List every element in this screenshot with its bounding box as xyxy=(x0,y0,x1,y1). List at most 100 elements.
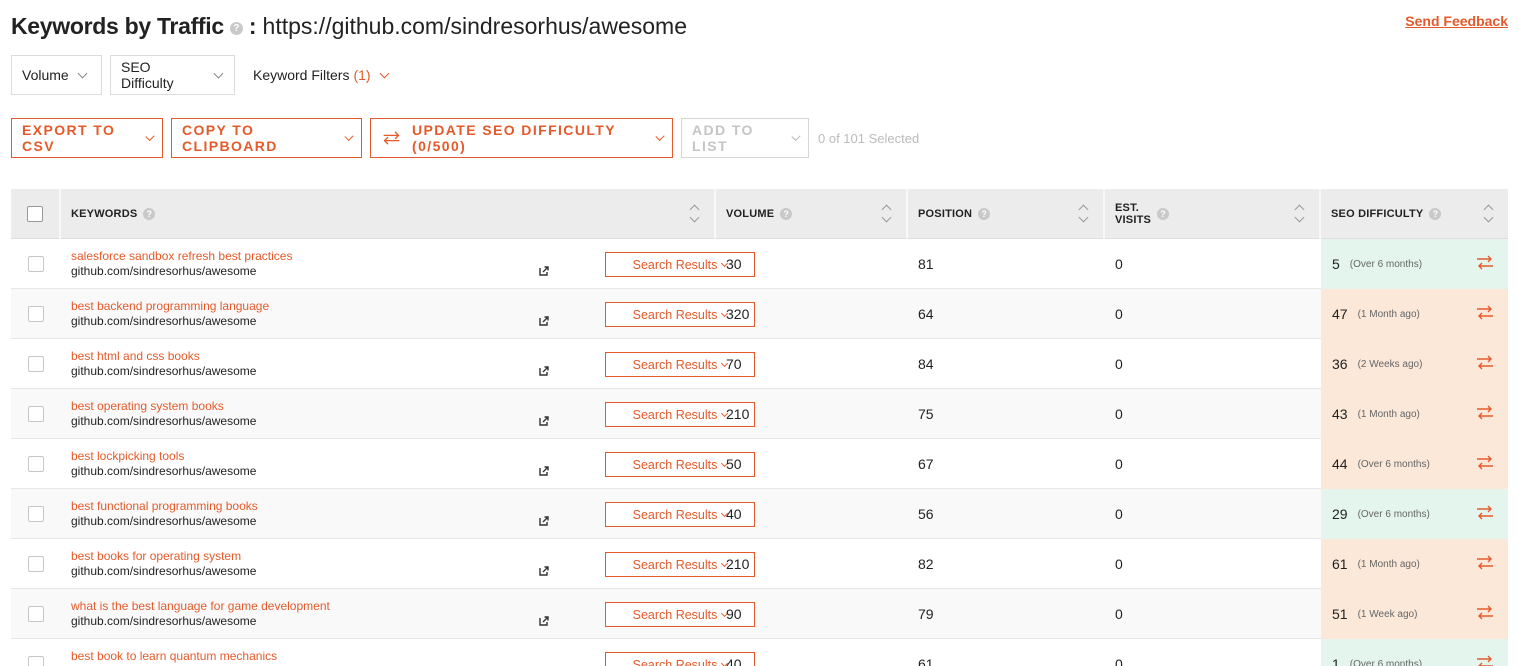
refresh-seo-icon[interactable] xyxy=(1474,253,1496,273)
row-select-cell xyxy=(11,489,61,539)
external-link-icon[interactable] xyxy=(539,616,549,626)
keyword-link[interactable]: best book to learn quantum mechanics xyxy=(71,649,277,664)
help-icon[interactable]: ? xyxy=(780,208,793,220)
keyword-filters[interactable]: Keyword Filters (1) xyxy=(243,55,400,95)
refresh-seo-icon[interactable] xyxy=(1474,403,1496,423)
sort-icon[interactable] xyxy=(882,203,892,225)
search-results-label: Search Results xyxy=(632,307,718,322)
sort-icon[interactable] xyxy=(690,203,700,225)
external-link-icon[interactable] xyxy=(539,266,549,276)
sort-icon[interactable] xyxy=(1079,203,1089,225)
target-url: https://github.com/sindresorhus/awesome xyxy=(262,12,687,39)
volume-column-header[interactable]: VOLUME ? xyxy=(716,189,908,239)
copy-clipboard-button[interactable]: COPY TO CLIPBOARD xyxy=(171,118,362,158)
refresh-seo-icon[interactable] xyxy=(1474,453,1496,473)
position-column-header[interactable]: POSITION ? xyxy=(908,189,1105,239)
table-body: salesforce sandbox refresh best practice… xyxy=(11,239,1508,666)
row-checkbox[interactable] xyxy=(28,456,44,472)
help-icon[interactable]: ? xyxy=(978,208,991,220)
external-link-icon[interactable] xyxy=(539,316,549,326)
keyword-text: best operating system books github.com/s… xyxy=(71,399,256,429)
keyword-cell: best books for operating system github.c… xyxy=(61,539,755,589)
volume-cell: 70 xyxy=(726,356,742,372)
refresh-seo-icon[interactable] xyxy=(1474,603,1496,623)
est-visits-cell: 0 xyxy=(1115,306,1123,322)
keyword-link[interactable]: best html and css books xyxy=(71,349,256,364)
external-link-icon[interactable] xyxy=(539,566,549,576)
row-select-cell xyxy=(11,239,61,289)
keywords-column-header[interactable]: KEYWORDS ? xyxy=(61,189,716,239)
help-icon[interactable]: ? xyxy=(1429,208,1442,220)
row-checkbox[interactable] xyxy=(28,556,44,572)
refresh-seo-icon[interactable] xyxy=(1474,653,1496,666)
keyword-text: best book to learn quantum mechanics git… xyxy=(71,649,277,666)
chevron-down-icon xyxy=(379,68,390,78)
row-select-cell xyxy=(11,639,61,666)
est-visits-cell: 0 xyxy=(1115,556,1123,572)
help-icon[interactable]: ? xyxy=(143,208,156,220)
update-seo-difficulty-button[interactable]: UPDATE SEO DIFFICULTY (0/500) xyxy=(370,118,673,158)
sort-icon[interactable] xyxy=(1484,203,1494,225)
search-results-label: Search Results xyxy=(632,657,718,666)
row-checkbox[interactable] xyxy=(28,656,44,666)
row-checkbox[interactable] xyxy=(28,356,44,372)
search-results-label: Search Results xyxy=(632,357,718,372)
est-visits-column-header[interactable]: EST. VISITS ? xyxy=(1105,189,1321,239)
est-visits-cell: 0 xyxy=(1115,356,1123,372)
refresh-seo-icon[interactable] xyxy=(1474,353,1496,373)
select-all-checkbox[interactable] xyxy=(27,206,43,222)
help-icon[interactable]: ? xyxy=(229,21,243,35)
keyword-link[interactable]: best operating system books xyxy=(71,399,256,414)
row-checkbox[interactable] xyxy=(28,406,44,422)
export-csv-button[interactable]: EXPORT TO CSV xyxy=(11,118,163,158)
seo-difficulty-value: 44 xyxy=(1332,456,1348,472)
keyword-cell: salesforce sandbox refresh best practice… xyxy=(61,239,755,289)
update-seo-difficulty-label: UPDATE SEO DIFFICULTY (0/500) xyxy=(412,122,616,154)
keyword-text: best books for operating system github.c… xyxy=(71,549,256,579)
refresh-seo-icon[interactable] xyxy=(1474,503,1496,523)
ranking-url: github.com/sindresorhus/awesome xyxy=(71,514,257,528)
copy-clipboard-label: COPY TO CLIPBOARD xyxy=(182,122,278,154)
page-header: Keywords by Traffic ? : https://github.c… xyxy=(11,10,687,42)
external-link-icon[interactable] xyxy=(539,466,549,476)
seo-difficulty-cell: 47 (1 Month ago) xyxy=(1321,289,1508,339)
title-separator: : xyxy=(248,12,257,39)
external-link-icon[interactable] xyxy=(539,516,549,526)
keyword-link[interactable]: best functional programming books xyxy=(71,499,258,514)
add-to-list-button[interactable]: ADD TO LIST xyxy=(681,118,809,158)
external-link-icon[interactable] xyxy=(539,366,549,376)
row-checkbox[interactable] xyxy=(28,506,44,522)
keyword-link[interactable]: best lockpicking tools xyxy=(71,449,256,464)
row-select-cell xyxy=(11,589,61,639)
est-visits-cell: 0 xyxy=(1115,506,1123,522)
est-visits-cell: 0 xyxy=(1115,406,1123,422)
refresh-seo-icon[interactable] xyxy=(1474,553,1496,573)
position-cell: 67 xyxy=(918,456,934,472)
seo-difficulty-age: (1 Week ago) xyxy=(1357,608,1418,620)
volume-cell: 50 xyxy=(726,456,742,472)
row-checkbox[interactable] xyxy=(28,606,44,622)
chevron-down-icon xyxy=(145,131,155,141)
refresh-seo-icon[interactable] xyxy=(1474,303,1496,323)
volume-filter[interactable]: Volume xyxy=(11,55,102,95)
seo-difficulty-value: 61 xyxy=(1332,556,1348,572)
keyword-link[interactable]: best backend programming language xyxy=(71,299,269,314)
keyword-link[interactable]: salesforce sandbox refresh best practice… xyxy=(71,249,292,264)
row-checkbox[interactable] xyxy=(28,306,44,322)
external-link-icon[interactable] xyxy=(539,416,549,426)
keyword-cell: best lockpicking tools github.com/sindre… xyxy=(61,439,755,489)
keyword-link[interactable]: what is the best language for game devel… xyxy=(71,599,330,614)
sort-icon[interactable] xyxy=(1295,203,1305,225)
ranking-url: github.com/sindresorhus/awesome xyxy=(71,364,257,378)
send-feedback-link[interactable]: Send Feedback xyxy=(1405,13,1508,29)
seo-difficulty-column-header[interactable]: SEO DIFFICULTY ? xyxy=(1321,189,1508,239)
row-checkbox[interactable] xyxy=(28,256,44,272)
seo-difficulty-value: 36 xyxy=(1332,356,1348,372)
keyword-cell: best functional programming books github… xyxy=(61,489,755,539)
export-csv-label: EXPORT TO CSV xyxy=(22,122,116,154)
seo-difficulty-value: 51 xyxy=(1332,606,1348,622)
seo-difficulty-filter[interactable]: SEO Difficulty xyxy=(110,55,235,95)
seo-difficulty-age: (Over 6 months) xyxy=(1357,458,1430,470)
keyword-link[interactable]: best books for operating system xyxy=(71,549,256,564)
help-icon[interactable]: ? xyxy=(1157,208,1170,220)
